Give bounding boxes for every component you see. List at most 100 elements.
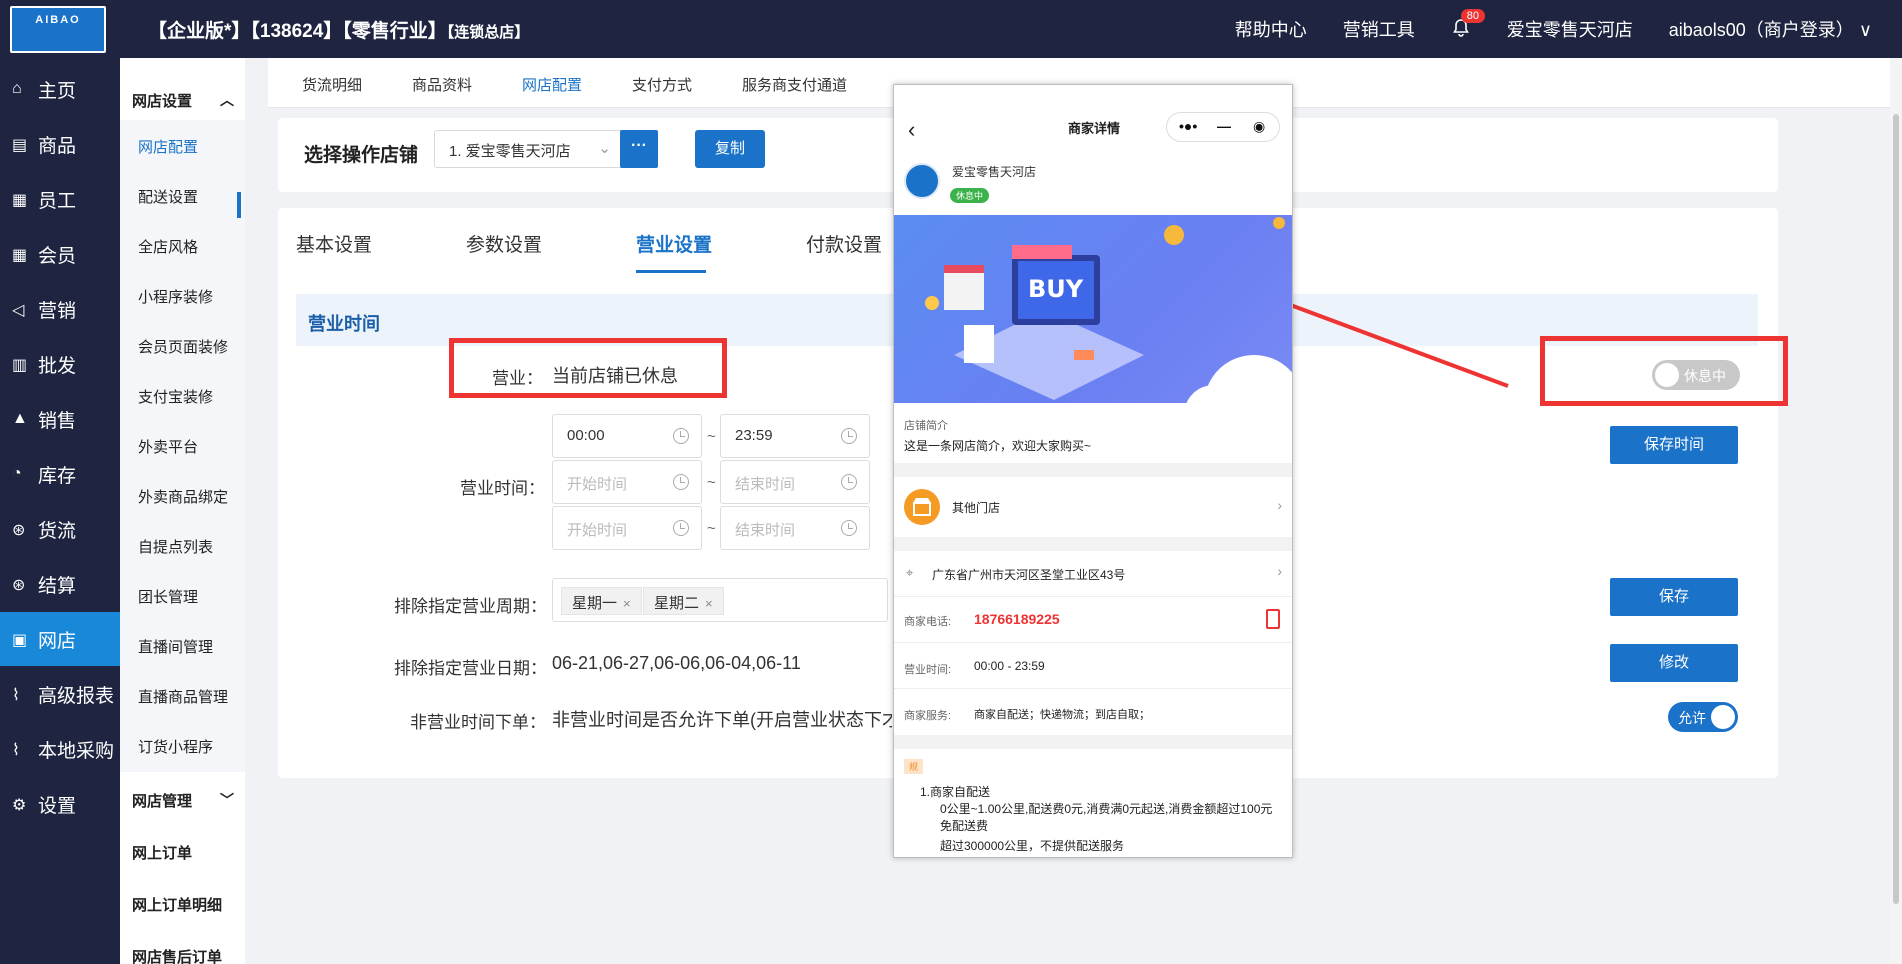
sub-nav-item[interactable]: 配送设置 bbox=[138, 186, 198, 207]
sub-nav-item[interactable]: 团长管理 bbox=[138, 586, 198, 607]
group-shop-management[interactable]: 网店管理 ﹀ bbox=[132, 790, 244, 811]
tab-shop-config[interactable]: 网店配置 bbox=[522, 74, 582, 95]
weekday-tag-label: 星期二 bbox=[654, 595, 700, 612]
sidebar-item-7[interactable]: ◔ 库存 bbox=[0, 447, 120, 501]
tab-payment-method[interactable]: 支付方式 bbox=[632, 74, 692, 95]
tab-basic-settings[interactable]: 基本设置 bbox=[296, 230, 372, 257]
time-end-2[interactable]: 结束时间 bbox=[720, 460, 870, 504]
exclude-week-select[interactable]: 星期一 × 星期二 × bbox=[552, 578, 888, 622]
group-label: 网店管理 bbox=[132, 793, 193, 810]
sidebar-item-9[interactable]: ⊛ 结算 bbox=[0, 557, 120, 611]
weekday-tag: 星期二 × bbox=[643, 587, 724, 615]
sidebar-item-6[interactable]: ▲ 销售 bbox=[0, 392, 120, 446]
help-center-link[interactable]: 帮助中心 bbox=[1235, 16, 1307, 42]
sidebar-item-2[interactable]: ▦ 员工 bbox=[0, 172, 120, 226]
sub-nav-item[interactable]: 支付宝装修 bbox=[138, 386, 213, 407]
time-end-1[interactable]: 23:59 bbox=[720, 414, 870, 458]
edit-button[interactable]: 修改 bbox=[1610, 644, 1738, 682]
other-stores-label: 其他门店 bbox=[952, 501, 1001, 515]
close-icon[interactable]: × bbox=[623, 596, 631, 611]
flow-icon: ⊛ bbox=[12, 522, 26, 539]
record-icon[interactable]: ◉ bbox=[1253, 118, 1265, 135]
store-more-button[interactable]: ··· bbox=[620, 130, 658, 168]
nav-aftersale-orders[interactable]: 网店售后订单 bbox=[132, 946, 244, 964]
sidebar-item-8[interactable]: ⊛ 货流 bbox=[0, 502, 120, 556]
divider bbox=[894, 537, 1292, 551]
sub-nav-item[interactable]: 外卖商品绑定 bbox=[138, 486, 228, 507]
sidebar-item-10[interactable]: ▣ 网店 bbox=[0, 612, 120, 666]
megaphone-icon: ◁ bbox=[12, 302, 25, 319]
range-tilde: ~ bbox=[707, 428, 716, 445]
close-icon[interactable]: × bbox=[705, 596, 713, 611]
shop-stall bbox=[944, 270, 984, 310]
highlight-box-toggle bbox=[1540, 336, 1788, 406]
sub-nav-item[interactable]: 直播间管理 bbox=[138, 636, 213, 657]
scroll-thumb[interactable] bbox=[1893, 114, 1899, 904]
save-time-button[interactable]: 保存时间 bbox=[1610, 426, 1738, 464]
time-start-2[interactable]: 开始时间 bbox=[552, 460, 702, 504]
store-banner: BUY bbox=[894, 215, 1292, 403]
sub-nav-item[interactable]: 自提点列表 bbox=[138, 536, 213, 557]
tab-goods-flow[interactable]: 货流明细 bbox=[302, 74, 362, 95]
minimize-icon[interactable]: — bbox=[1217, 118, 1231, 134]
shop-awning bbox=[1012, 245, 1072, 259]
save-button[interactable]: 保存 bbox=[1610, 578, 1738, 616]
sub-nav-item[interactable]: 直播商品管理 bbox=[138, 686, 228, 707]
copy-button[interactable]: 复制 bbox=[695, 130, 765, 168]
service-value: 商家自配送；快递物流；到店自取； bbox=[974, 709, 1150, 721]
sub-nav-item[interactable]: 订货小程序 bbox=[138, 736, 213, 757]
notification-bell[interactable]: 80 bbox=[1451, 9, 1485, 40]
store-intro: 店铺简介 这是一条网店简介，欢迎大家购买~ bbox=[894, 403, 1292, 463]
tab-param-settings[interactable]: 参数设置 bbox=[466, 230, 542, 257]
clock-icon bbox=[841, 428, 857, 444]
sub-nav-item[interactable]: 全店风格 bbox=[138, 236, 198, 257]
sidebar-item-11[interactable]: ⌇ 高级报表 bbox=[0, 667, 120, 721]
sub-nav-item[interactable]: 网店配置 bbox=[138, 136, 198, 157]
address-row[interactable]: ⌖ 广东省广州市天河区圣堂工业区43号 › bbox=[894, 551, 1292, 597]
tab-payment-settings[interactable]: 付款设置 bbox=[806, 230, 882, 257]
sidebar-item-0[interactable]: ⌂ 主页 bbox=[0, 62, 120, 116]
banner-illustration: BUY bbox=[925, 217, 1292, 403]
current-store[interactable]: 爱宝零售天河店 bbox=[1507, 16, 1633, 42]
intro-text: 这是一条网店简介，欢迎大家购买~ bbox=[904, 439, 1092, 453]
marketing-tools-link[interactable]: 营销工具 bbox=[1343, 16, 1415, 42]
time-end-3[interactable]: 结束时间 bbox=[720, 506, 870, 550]
time-end-value: 23:59 bbox=[735, 427, 773, 444]
store-select[interactable]: 1. 爱宝零售天河店 ⌄ bbox=[434, 130, 624, 168]
intro-label: 店铺简介 bbox=[904, 420, 948, 432]
sidebar-item-4[interactable]: ◁ 营销 bbox=[0, 282, 120, 336]
sidebar-item-5[interactable]: ▥ 批发 bbox=[0, 337, 120, 391]
active-indicator bbox=[237, 192, 241, 218]
mini-program-capsule[interactable]: •●• — ◉ bbox=[1166, 112, 1280, 142]
more-dots-icon[interactable]: •●• bbox=[1179, 118, 1197, 134]
sub-nav-item[interactable]: 外卖平台 bbox=[138, 436, 198, 457]
sidebar-item-13[interactable]: ⚙ 设置 bbox=[0, 777, 120, 831]
tab-goods-info[interactable]: 商品资料 bbox=[412, 74, 472, 95]
nav-online-orders[interactable]: 网上订单 bbox=[132, 842, 244, 863]
time-start-1[interactable]: 00:00 bbox=[552, 414, 702, 458]
sub-nav-item[interactable]: 小程序装修 bbox=[138, 286, 213, 307]
tab-provider-channel[interactable]: 服务商支付通道 bbox=[742, 74, 847, 95]
phone-number[interactable]: 18766189225 bbox=[974, 611, 1060, 627]
staff-icon: ▦ bbox=[12, 192, 28, 209]
delivery-rules: 规 1.商家自配送 0公里~1.00公里,配送费0元,消费满0元起送,消费金额超… bbox=[894, 749, 1292, 857]
tab-business-settings[interactable]: 营业设置 bbox=[636, 230, 712, 257]
sidebar-item-1[interactable]: ▤ 商品 bbox=[0, 117, 120, 171]
aibao-logo[interactable]: AIBAO 爱宝 bbox=[10, 6, 106, 53]
chevron-right-icon: › bbox=[1277, 497, 1282, 513]
phone-card bbox=[964, 325, 994, 363]
time-start-3[interactable]: 开始时间 bbox=[552, 506, 702, 550]
sidebar-item-3[interactable]: ▦ 会员 bbox=[0, 227, 120, 281]
allow-order-toggle[interactable]: 允许 bbox=[1668, 702, 1738, 732]
sub-nav-item[interactable]: 会员页面装修 bbox=[138, 336, 228, 357]
other-stores-row[interactable]: 其他门店 › bbox=[894, 477, 1292, 537]
page-scrollbar[interactable] bbox=[1890, 58, 1902, 964]
sidebar-item-12[interactable]: ⌇ 本地采购 bbox=[0, 722, 120, 776]
user-menu[interactable]: aibaols00（商户登录） ∨ bbox=[1669, 16, 1872, 42]
phone-nav-bar: ‹ 商家详情 •●• — ◉ bbox=[894, 85, 1292, 165]
clock-icon bbox=[673, 428, 689, 444]
hours-row: 营业时间: 00:00 - 23:59 bbox=[894, 643, 1292, 689]
group-shop-settings[interactable]: 网店设置 ︿ bbox=[132, 90, 244, 111]
nav-online-order-details[interactable]: 网上订单明细 bbox=[132, 894, 244, 915]
call-icon[interactable] bbox=[1266, 609, 1280, 629]
